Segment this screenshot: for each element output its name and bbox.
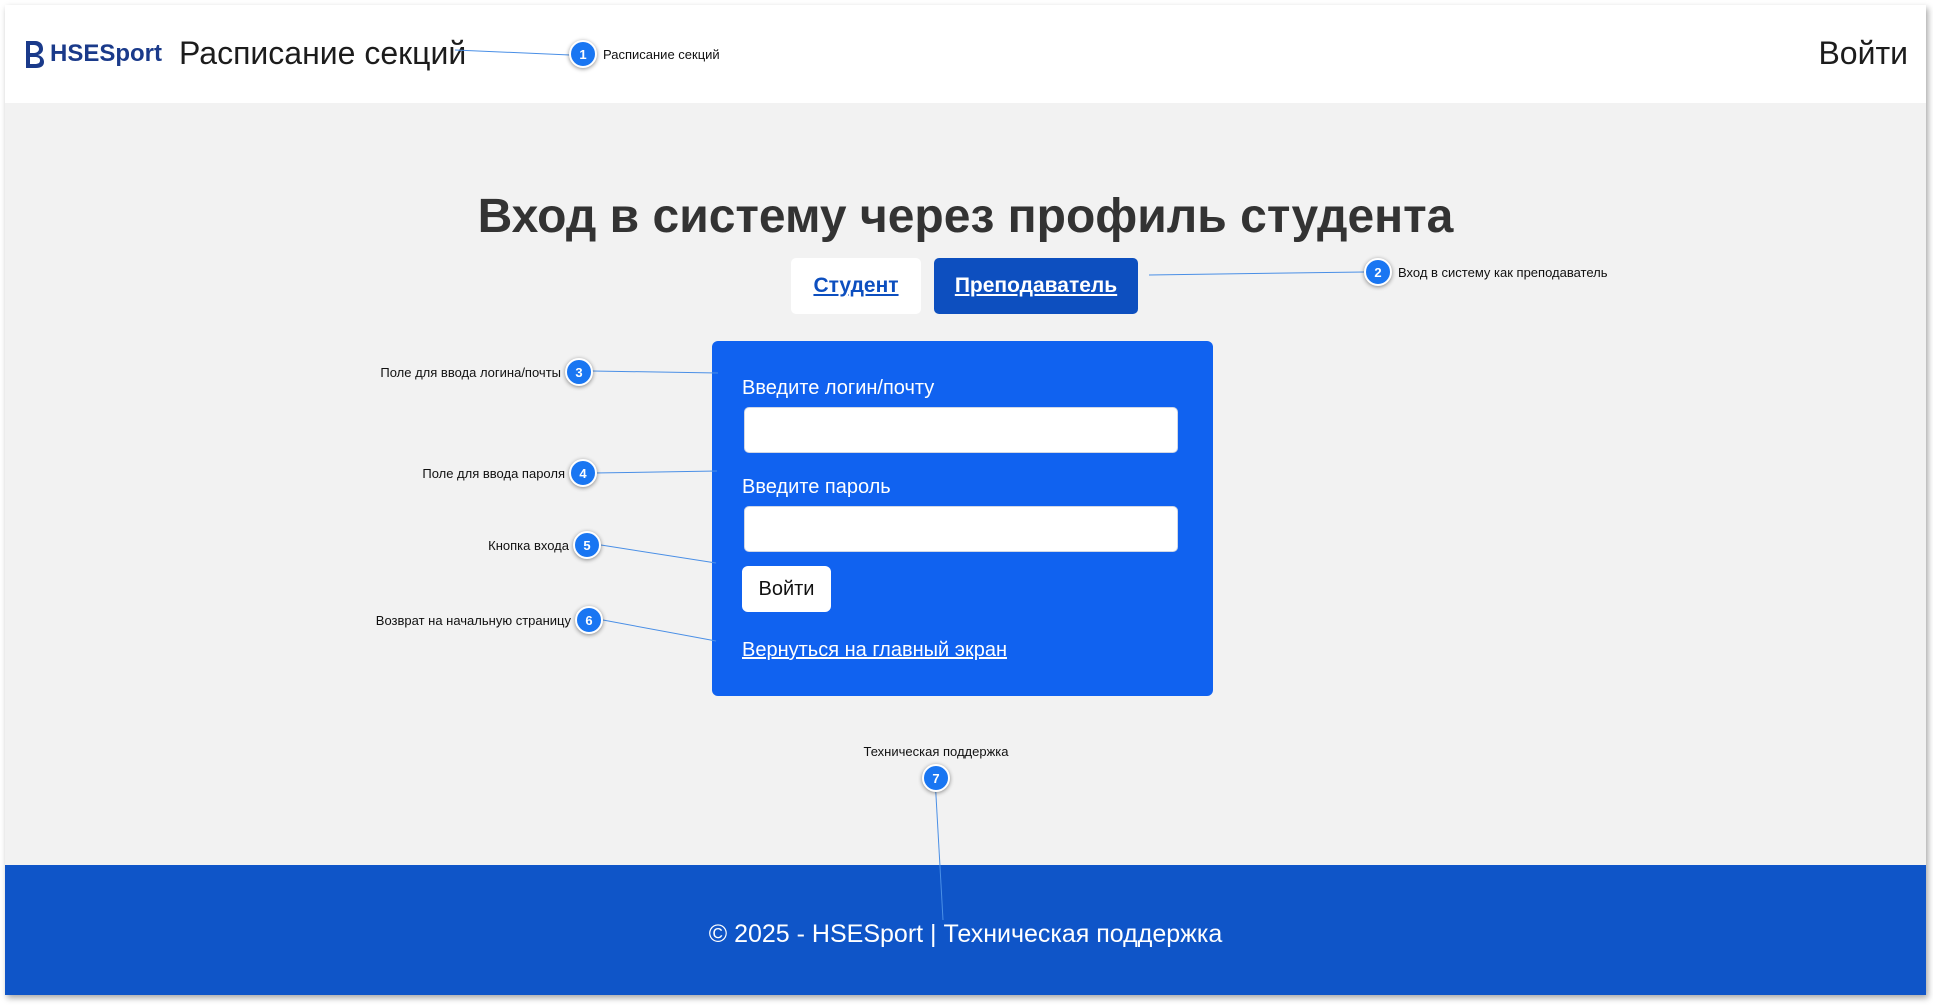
- annotation-badge-3: 3: [565, 358, 593, 386]
- tab-teacher[interactable]: Преподаватель: [934, 258, 1138, 314]
- annotation-badge-7: 7: [922, 764, 950, 792]
- top-navbar: HSESport Расписание секций Войти: [5, 5, 1926, 103]
- back-to-home-link[interactable]: Вернуться на главный экран: [742, 639, 1007, 662]
- footer-text[interactable]: © 2025 - HSESport | Техническая поддержк…: [5, 920, 1926, 949]
- annotation-text-2: Вход в систему как преподаватель: [1398, 265, 1608, 280]
- annotation-badge-1: 1: [569, 40, 597, 68]
- logo[interactable]: HSESport: [24, 39, 162, 69]
- annotation-badge-4: 4: [569, 459, 597, 487]
- tab-student[interactable]: Студент: [791, 258, 921, 314]
- annotation-text-7: Техническая поддержка: [863, 744, 1009, 759]
- app-window: HSESport Расписание секций Войти Вход в …: [5, 5, 1926, 995]
- hse-logo-icon: [26, 41, 44, 68]
- annotation-text-6: Возврат на начальную страницу: [375, 613, 571, 628]
- annotation-text-5: Кнопка входа: [488, 538, 569, 553]
- password-input[interactable]: [744, 506, 1178, 552]
- login-form: Введите логин/почту Введите пароль Войти…: [712, 341, 1213, 696]
- annotation-text-1: Расписание секций: [603, 47, 720, 62]
- page-title: Вход в систему через профиль студента: [477, 190, 1454, 243]
- annotation-text-3: Поле для ввода логина/почты: [380, 365, 561, 380]
- logo-text: HSESport: [50, 40, 163, 67]
- annotation-badge-5: 5: [573, 531, 601, 559]
- annotation-text-4: Поле для ввода пароля: [422, 466, 565, 481]
- footer: © 2025 - HSESport | Техническая поддержк…: [5, 865, 1926, 995]
- nav-schedule-link[interactable]: Расписание секций: [179, 35, 466, 72]
- login-input[interactable]: [744, 407, 1178, 453]
- submit-button[interactable]: Войти: [742, 566, 831, 612]
- nav-login-link[interactable]: Войти: [1818, 35, 1908, 72]
- password-field-label: Введите пароль: [742, 476, 891, 498]
- annotation-badge-6: 6: [575, 606, 603, 634]
- login-field-label: Введите логин/почту: [742, 377, 935, 399]
- annotation-badge-2: 2: [1364, 258, 1392, 286]
